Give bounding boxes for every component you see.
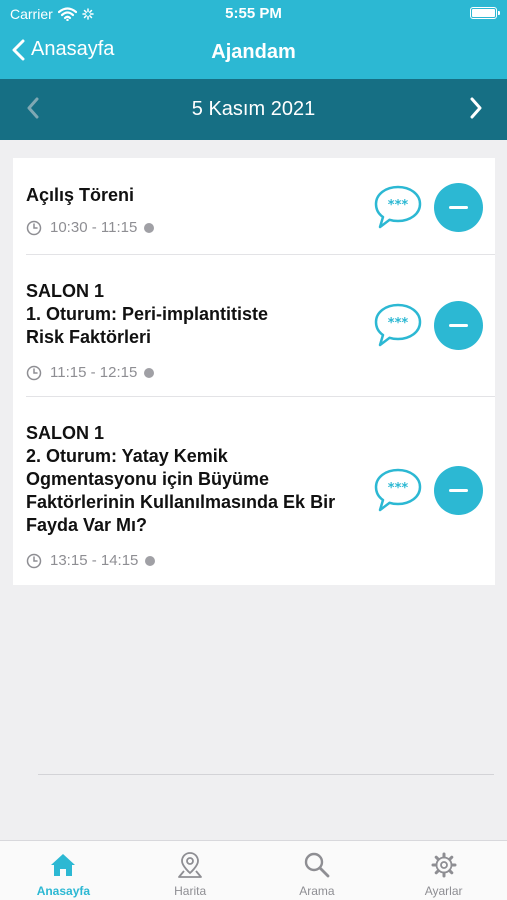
agenda-list: Açılış Töreni 10:30 - 11:15 *** SALON 1 … xyxy=(13,158,495,585)
tab-anasayfa[interactable]: Anasayfa xyxy=(0,841,127,900)
agenda-row: Açılış Töreni 10:30 - 11:15 *** xyxy=(13,158,495,254)
session-title-line: Faktörlerinin Kullanılmasında Ek Bir xyxy=(26,492,336,512)
home-icon xyxy=(51,854,76,876)
divider xyxy=(38,774,494,775)
chevron-right-icon xyxy=(470,97,482,119)
remove-from-agenda-button[interactable] xyxy=(434,301,483,350)
session-time: 10:30 - 11:15 xyxy=(26,219,355,237)
search-icon xyxy=(304,852,330,878)
navigation-bar: Anasayfa Ajandam xyxy=(0,28,507,79)
svg-text:***: *** xyxy=(388,198,409,213)
session-title-line: Fayda Var Mı? xyxy=(26,515,148,535)
agenda-row: SALON 1 1. Oturum: Peri-implantitiste Ri… xyxy=(26,254,495,396)
chat-bubble-icon: *** xyxy=(374,303,422,347)
session-title: SALON 1 2. Oturum: Yatay Kemik Ogmentasy… xyxy=(26,397,355,537)
chevron-left-icon xyxy=(12,39,25,60)
session-time-text: 10:30 - 11:15 xyxy=(50,219,138,236)
tab-label: Harita xyxy=(174,884,207,898)
session-time: 13:15 - 14:15 xyxy=(26,552,355,570)
session-title: Açılış Töreni xyxy=(26,158,355,207)
session-title-line: SALON 1 xyxy=(26,423,105,443)
comment-button[interactable]: *** xyxy=(373,302,423,348)
next-date-button[interactable] xyxy=(469,97,483,124)
chat-bubble-icon: *** xyxy=(374,185,422,229)
status-dot xyxy=(144,223,155,233)
map-pin-icon xyxy=(178,852,203,878)
session-title-line: 1. Oturum: Peri-implantitiste xyxy=(26,304,269,324)
status-bar: Carrier 5:55 PM xyxy=(0,0,507,28)
tab-label: Ayarlar xyxy=(424,884,463,898)
clock-icon xyxy=(26,365,42,381)
battery-icon xyxy=(470,7,500,19)
tab-arama[interactable]: Arama xyxy=(254,841,381,900)
svg-text:***: *** xyxy=(388,481,409,496)
tab-harita[interactable]: Harita xyxy=(127,841,254,900)
session-time-text: 13:15 - 14:15 xyxy=(50,552,139,569)
session-time-text: 11:15 - 12:15 xyxy=(50,364,138,381)
status-time: 5:55 PM xyxy=(225,5,282,22)
chat-bubble-icon: *** xyxy=(374,468,422,512)
status-dot xyxy=(145,556,156,566)
tab-label: Anasayfa xyxy=(36,884,91,898)
session-title-line: SALON 1 xyxy=(26,281,105,301)
tab-bar: Anasayfa Harita Arama Ayarlar xyxy=(0,840,507,900)
agenda-row: SALON 1 2. Oturum: Yatay Kemik Ogmentasy… xyxy=(26,396,495,585)
clock-icon xyxy=(26,220,42,236)
back-button-label: Anasayfa xyxy=(31,38,115,60)
svg-text:***: *** xyxy=(388,316,409,331)
comment-button[interactable]: *** xyxy=(373,184,423,230)
back-button[interactable]: Anasayfa xyxy=(12,38,114,61)
session-title: SALON 1 1. Oturum: Peri-implantitiste Ri… xyxy=(26,255,355,349)
session-title-line: 2. Oturum: Yatay Kemik xyxy=(26,446,228,466)
session-time: 11:15 - 12:15 xyxy=(26,364,355,382)
session-title-line: Ogmentasyonu için Büyüme xyxy=(26,469,270,489)
tab-label: Arama xyxy=(299,884,335,898)
remove-from-agenda-button[interactable] xyxy=(434,466,483,515)
gear-icon xyxy=(431,852,457,878)
clock-icon xyxy=(26,553,42,569)
current-date: 5 Kasım 2021 xyxy=(191,98,316,120)
session-title-line: Açılış Töreni xyxy=(26,185,135,205)
header: Carrier 5:55 PM Anasayfa Ajandam xyxy=(0,0,507,79)
status-dot xyxy=(144,368,155,378)
tab-ayarlar[interactable]: Ayarlar xyxy=(380,841,507,900)
session-title-line: Risk Faktörleri xyxy=(26,327,152,347)
remove-from-agenda-button[interactable] xyxy=(434,183,483,232)
comment-button[interactable]: *** xyxy=(373,467,423,513)
date-selector: 5 Kasım 2021 xyxy=(0,79,507,140)
